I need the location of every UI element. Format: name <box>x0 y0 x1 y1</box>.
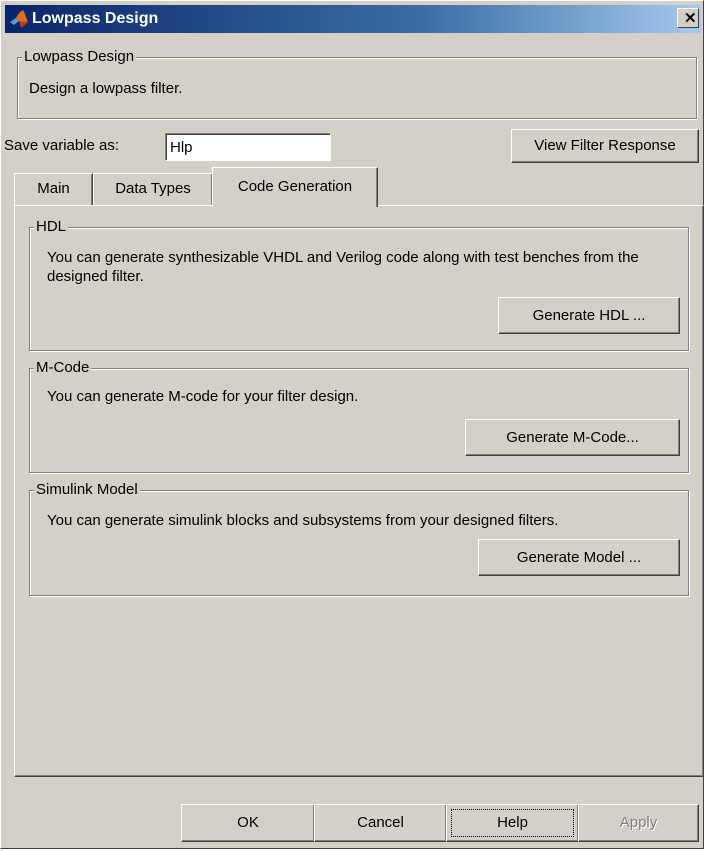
simulink-model-group: Simulink Model You can generate simulink… <box>29 481 689 596</box>
design-header-group: Lowpass Design Design a lowpass filter. <box>17 48 697 119</box>
help-button[interactable]: Help <box>446 804 579 842</box>
tab-code-generation-label: Code Generation <box>237 178 353 195</box>
ok-button[interactable]: OK <box>181 804 315 842</box>
apply-button[interactable]: Apply <box>578 804 699 842</box>
ok-label: OK <box>237 814 259 831</box>
window-title: Lowpass Design <box>32 10 159 27</box>
tab-data-types-label: Data Types <box>115 180 191 197</box>
close-icon: ✕ <box>684 10 697 27</box>
generate-model-button[interactable]: Generate Model ... <box>478 539 680 576</box>
simulink-description: You can generate simulink blocks and sub… <box>47 512 559 529</box>
save-variable-input[interactable] <box>165 133 331 161</box>
tab-main[interactable]: Main <box>14 173 93 206</box>
generate-hdl-label: Generate HDL ... <box>532 307 646 324</box>
title-bar[interactable]: Lowpass Design ✕ <box>5 5 701 33</box>
apply-label: Apply <box>619 814 658 831</box>
hdl-description: You can generate synthesizable VHDL and … <box>47 249 639 285</box>
cancel-label: Cancel <box>357 814 404 831</box>
lowpass-design-dialog: Lowpass Design ✕ Lowpass Design Design a… <box>0 0 704 849</box>
help-focus-ring <box>451 809 574 837</box>
mcode-description: You can generate M-code for your filter … <box>47 388 359 405</box>
code-generation-panel: HDL You can generate synthesizable VHDL … <box>14 205 704 777</box>
generate-mcode-label: Generate M-Code... <box>506 429 639 446</box>
hdl-group-label: HDL <box>34 218 69 236</box>
save-variable-label: Save variable as: <box>4 137 120 154</box>
cancel-button[interactable]: Cancel <box>314 804 447 842</box>
close-button[interactable]: ✕ <box>677 8 699 28</box>
mcode-group: M-Code You can generate M-code for your … <box>29 359 689 473</box>
hdl-group: HDL You can generate synthesizable VHDL … <box>29 218 689 351</box>
generate-hdl-button[interactable]: Generate HDL ... <box>498 297 680 334</box>
simulink-model-group-label: Simulink Model <box>34 481 140 499</box>
tab-data-types[interactable]: Data Types <box>93 173 213 206</box>
mcode-group-label: M-Code <box>34 359 92 377</box>
generate-mcode-button[interactable]: Generate M-Code... <box>465 419 680 456</box>
tab-code-generation[interactable]: Code Generation <box>212 167 378 207</box>
design-header-label: Lowpass Design <box>22 48 137 66</box>
view-filter-response-label: View Filter Response <box>534 137 676 154</box>
design-description: Design a lowpass filter. <box>29 80 183 97</box>
generate-model-label: Generate Model ... <box>516 549 642 566</box>
view-filter-response-button[interactable]: View Filter Response <box>511 129 699 163</box>
matlab-logo-icon <box>9 9 29 29</box>
tab-main-label: Main <box>37 180 70 197</box>
